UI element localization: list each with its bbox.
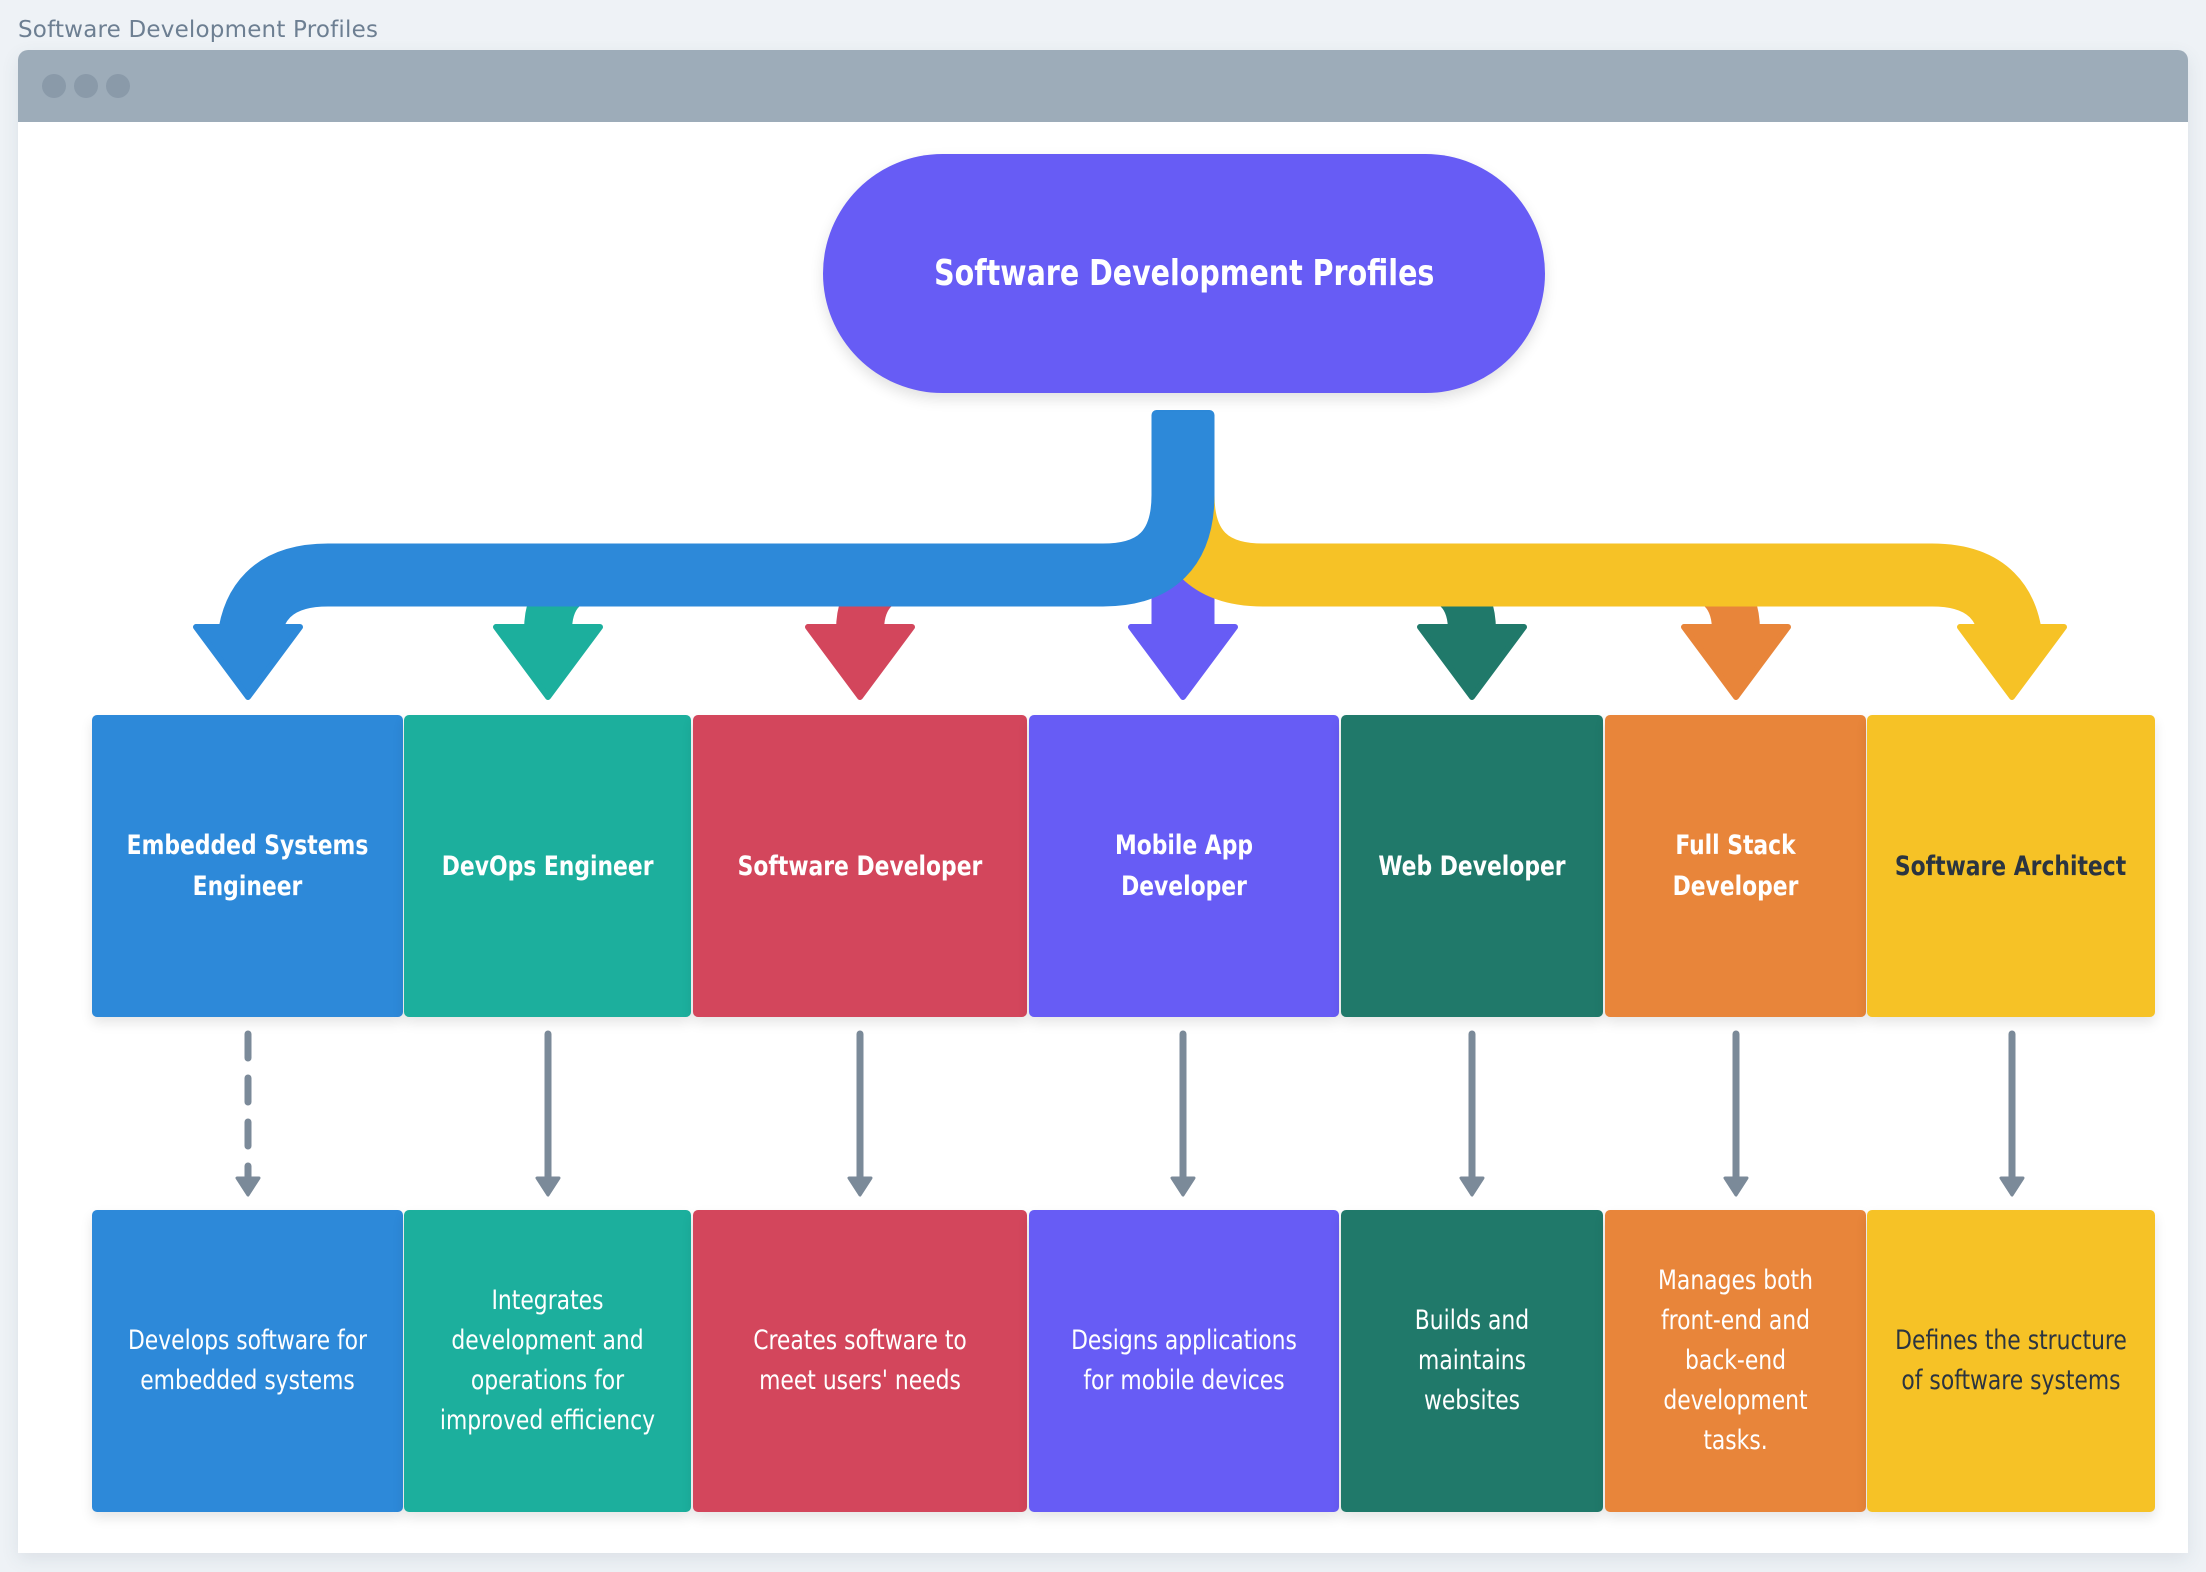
connector-arrowhead-icon bbox=[1170, 1176, 1196, 1197]
branch-arrowhead-icon bbox=[1128, 624, 1238, 700]
role-to-description-arrow bbox=[1170, 1030, 1196, 1197]
description-box: Manages both front-end and back-end deve… bbox=[1605, 1210, 1866, 1512]
role-box-text: Web Developer bbox=[1378, 850, 1566, 882]
branch-arrowhead-icon bbox=[1681, 624, 1791, 700]
role-box: Web Developer bbox=[1341, 715, 1603, 1017]
description-box: Defines the structure of software system… bbox=[1867, 1210, 2155, 1512]
role-box: Software Developer bbox=[693, 715, 1027, 1017]
role-box-text: Software Developer bbox=[737, 850, 983, 882]
right-branch-connector bbox=[1151, 490, 2044, 657]
role-box: Mobile App Developer bbox=[1029, 715, 1339, 1017]
description-box-text: Defines the structure of software system… bbox=[1895, 1325, 2127, 1396]
role-box-text: DevOps Engineer bbox=[441, 850, 654, 882]
description-box: Designs applications for mobile devices bbox=[1029, 1210, 1339, 1512]
role-to-description-arrow bbox=[1723, 1030, 1749, 1197]
role-to-description-arrow bbox=[535, 1030, 561, 1197]
connector-arrowhead-icon bbox=[1999, 1176, 2025, 1197]
role-box: Software Architect bbox=[1867, 715, 2155, 1017]
description-box-text: Develops software for embedded systems bbox=[127, 1325, 368, 1396]
description-box: Integrates development and operations fo… bbox=[404, 1210, 691, 1512]
description-box: Builds and maintains websites bbox=[1341, 1210, 1603, 1512]
connector-arrowhead-icon bbox=[1723, 1176, 1749, 1197]
role-to-description-arrow bbox=[847, 1030, 873, 1197]
role-box-text: Full Stack Developer bbox=[1672, 830, 1799, 902]
description-box: Develops software for embedded systems bbox=[92, 1210, 403, 1512]
connector-arrowhead-icon bbox=[1459, 1176, 1485, 1197]
root-stem bbox=[1151, 410, 1215, 430]
role-box-text: Software Architect bbox=[1895, 850, 2127, 882]
branch-arrowhead-icon bbox=[805, 624, 915, 700]
role-box-text: Mobile App Developer bbox=[1114, 830, 1254, 902]
connector-arrowhead-icon bbox=[235, 1176, 261, 1197]
description-box-text: Creates software to meet users' needs bbox=[753, 1325, 967, 1396]
connector-arrowhead-icon bbox=[847, 1176, 873, 1197]
right-branch-arrowhead-icon bbox=[1957, 624, 2067, 700]
role-to-description-arrow bbox=[1999, 1030, 2025, 1197]
role-box-text: Embedded Systems Engineer bbox=[126, 830, 369, 902]
role-to-description-arrow bbox=[1459, 1030, 1485, 1197]
branch-arrowhead-icon bbox=[1417, 624, 1527, 700]
role-box: Full Stack Developer bbox=[1605, 715, 1866, 1017]
branch-arrowhead-icon bbox=[493, 624, 603, 700]
left-branch-connector bbox=[216, 418, 1215, 657]
role-box: Embedded Systems Engineer bbox=[92, 715, 403, 1017]
root-node-label: Software Development Profiles bbox=[933, 253, 1435, 294]
root-node: Software Development Profiles bbox=[823, 154, 1545, 393]
description-box-text: Builds and maintains websites bbox=[1414, 1305, 1530, 1416]
role-to-description-arrow bbox=[235, 1030, 261, 1197]
description-box-text: Designs applications for mobile devices bbox=[1071, 1325, 1297, 1396]
description-box: Creates software to meet users' needs bbox=[693, 1210, 1027, 1512]
left-branch-arrowhead-icon bbox=[193, 624, 303, 700]
connector-arrowhead-icon bbox=[535, 1176, 561, 1197]
role-box: DevOps Engineer bbox=[404, 715, 691, 1017]
description-box-text: Manages both front-end and back-end deve… bbox=[1658, 1265, 1813, 1456]
description-box-text: Integrates development and operations fo… bbox=[439, 1285, 656, 1436]
